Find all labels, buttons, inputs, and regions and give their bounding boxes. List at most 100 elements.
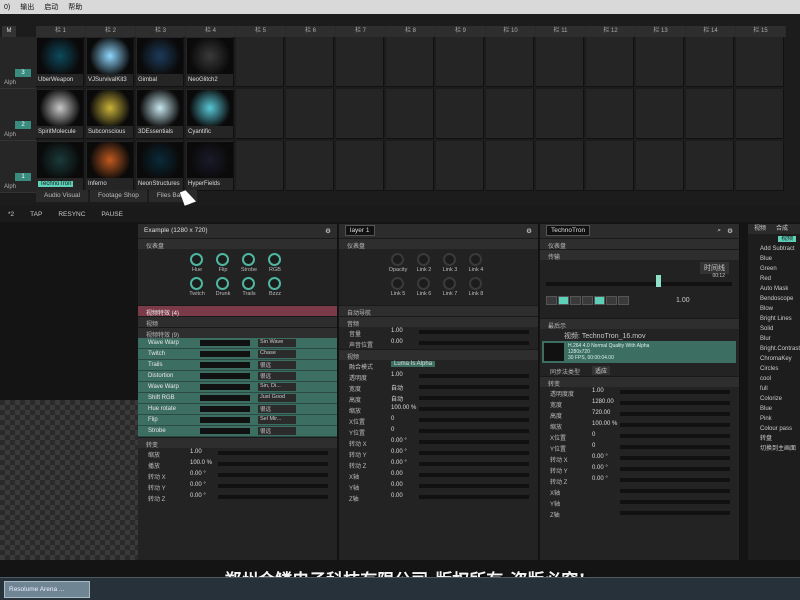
effect-slider[interactable]	[200, 340, 250, 346]
parameter-slider[interactable]	[218, 495, 328, 499]
master-button[interactable]: M	[2, 26, 16, 37]
parameter-value[interactable]: 0	[391, 416, 394, 422]
clip-slot[interactable]	[336, 89, 384, 139]
parameter-knob[interactable]	[391, 277, 404, 290]
clip-slot[interactable]: TechnoTron	[36, 141, 84, 191]
effect-list-item[interactable]: Circles	[754, 364, 800, 374]
clip-slot[interactable]: Inferno	[86, 141, 134, 191]
clip-slot[interactable]: 3DEssentials	[136, 89, 184, 139]
column-header[interactable]: 栏 3	[136, 26, 186, 37]
resync-button[interactable]: RESYNC	[58, 211, 85, 218]
parameter-slider[interactable]	[419, 429, 529, 433]
column-header[interactable]: 栏 13	[636, 26, 686, 37]
parameter-value[interactable]: 0	[592, 432, 595, 438]
clip-slot[interactable]: NeonStructures	[136, 141, 184, 191]
effect-list-item[interactable]: ChromaKey	[754, 354, 800, 364]
pause-clip-button[interactable]	[570, 296, 581, 305]
parameter-value[interactable]: 0.00 °	[592, 454, 608, 460]
parameter-slider[interactable]	[620, 511, 730, 515]
effect-row[interactable]: Wave Warp Sin, Di...	[138, 382, 337, 393]
transport-header[interactable]: 传输	[540, 249, 739, 261]
gear-icon[interactable]: ⚙	[325, 227, 331, 235]
parameter-knob[interactable]	[242, 253, 255, 266]
parameter-value[interactable]: 0.00 °	[190, 471, 206, 477]
tab-audio-visual[interactable]: Audio Visual	[36, 190, 89, 202]
effect-list-item[interactable]: Blue	[754, 254, 800, 264]
clip-slot[interactable]	[486, 37, 534, 87]
clip-slot[interactable]	[636, 37, 684, 87]
parameter-slider[interactable]	[419, 396, 529, 400]
parameter-value[interactable]: 1.00	[391, 328, 403, 334]
effect-value[interactable]: 很远	[258, 405, 296, 413]
column-header[interactable]: 栏 6	[286, 26, 336, 37]
parameter-slider[interactable]	[620, 478, 730, 482]
effect-slider[interactable]	[200, 406, 250, 412]
dashboard-header[interactable]: 仪表盘	[138, 238, 337, 250]
clip-slot[interactable]	[286, 89, 334, 139]
parameter-value[interactable]: 0.00 °	[592, 465, 608, 471]
effect-value[interactable]: 很远	[258, 372, 296, 380]
parameter-slider[interactable]	[620, 445, 730, 449]
menu-item[interactable]: 0)	[4, 4, 10, 11]
parameter-slider[interactable]	[620, 434, 730, 438]
clip-slot[interactable]: UberWeapon	[36, 37, 84, 87]
clip-slot[interactable]: VJSurvivalKit3	[86, 37, 134, 87]
clip-slot[interactable]	[286, 141, 334, 191]
parameter-value[interactable]: 0.00 °	[190, 482, 206, 488]
search-icon[interactable]: ⌕	[717, 227, 721, 235]
parameter-value[interactable]: 100.00 %	[391, 405, 416, 411]
clip-slot[interactable]	[236, 37, 284, 87]
effect-list-item[interactable]: cool	[754, 374, 800, 384]
clip-slot[interactable]	[436, 141, 484, 191]
video-filter-tag[interactable]: 视频	[777, 236, 796, 242]
parameter-knob[interactable]	[216, 253, 229, 266]
parameter-slider[interactable]	[419, 385, 529, 389]
column-header[interactable]: 栏 5	[236, 26, 286, 37]
parameter-knob[interactable]	[469, 253, 482, 266]
clip-slot[interactable]	[536, 37, 584, 87]
effect-list-item[interactable]: Bendoscope	[754, 294, 800, 304]
effect-row[interactable]: Shift RGB Just Good	[138, 393, 337, 404]
layer-select-button[interactable]: 1	[15, 173, 31, 181]
video-fx-header[interactable]: 视频特效 (4)	[138, 305, 337, 317]
parameter-knob[interactable]	[469, 277, 482, 290]
taskbar-app-button[interactable]: Resolume Arena ...	[4, 581, 90, 598]
parameter-value[interactable]: 0.00	[391, 471, 403, 477]
effect-slider[interactable]	[200, 362, 250, 368]
parameter-value[interactable]: 0.00 °	[391, 460, 407, 466]
effect-list-item[interactable]: Colorize	[754, 394, 800, 404]
parameter-slider[interactable]	[218, 462, 328, 466]
parameter-slider[interactable]	[620, 401, 730, 405]
clip-slot[interactable]	[736, 89, 784, 139]
speed-value[interactable]: 1.00	[676, 297, 690, 304]
clip-slot[interactable]	[236, 141, 284, 191]
effect-list-item[interactable]: Add Subtract	[754, 244, 800, 254]
parameter-slider[interactable]	[419, 407, 529, 411]
effect-value[interactable]: Sin Wave	[258, 339, 296, 347]
menu-item-launch[interactable]: 启动	[44, 2, 58, 12]
effect-row[interactable]: Wave Warp Sin Wave	[138, 338, 337, 349]
effect-value[interactable]: Chase	[258, 350, 296, 358]
effect-list-item[interactable]: Pink	[754, 414, 800, 424]
clip-slot[interactable]	[236, 89, 284, 139]
column-header[interactable]: 栏 14	[686, 26, 736, 37]
clip-slot[interactable]	[536, 141, 584, 191]
column-header[interactable]: 栏 8	[386, 26, 436, 37]
effect-row[interactable]: Strobe 很远	[138, 426, 337, 437]
effect-value[interactable]: 很远	[258, 427, 296, 435]
play-forward-button[interactable]	[582, 296, 593, 305]
file-card[interactable]: H.264 4.0 Normal Quality With Alpha 1280…	[542, 341, 736, 363]
parameter-value[interactable]: 自动	[391, 394, 403, 403]
tab-footage-shop[interactable]: Footage Shop	[90, 190, 147, 202]
menu-item-help[interactable]: 帮助	[68, 2, 82, 12]
clip-slot[interactable]: Cyantific	[186, 89, 234, 139]
layer-name-input[interactable]: layer 1	[345, 225, 375, 236]
tab-composition[interactable]: 合成	[776, 224, 788, 234]
clip-slot[interactable]	[686, 37, 734, 87]
layer-select-button[interactable]: 2	[15, 121, 31, 129]
parameter-value[interactable]: 0.00	[391, 482, 403, 488]
tab-video[interactable]: 视频	[754, 224, 766, 234]
preview-header[interactable]: 最后示	[540, 318, 739, 330]
clip-slot[interactable]	[586, 89, 634, 139]
parameter-slider[interactable]	[419, 440, 529, 444]
